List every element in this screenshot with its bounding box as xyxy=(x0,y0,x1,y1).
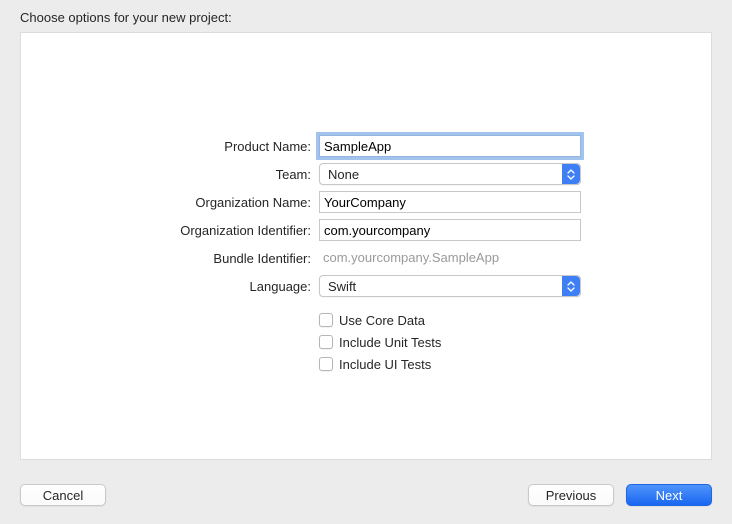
org-id-input[interactable] xyxy=(319,219,581,241)
options-form: Product Name: Team: None Organization Na… xyxy=(21,133,711,375)
include-unit-tests-checkbox[interactable] xyxy=(319,335,333,349)
team-popup[interactable]: None xyxy=(319,163,581,185)
cancel-button[interactable]: Cancel xyxy=(20,484,106,506)
previous-button[interactable]: Previous xyxy=(528,484,614,506)
language-popup-value: Swift xyxy=(328,279,356,294)
include-unit-tests-label: Include Unit Tests xyxy=(339,335,441,350)
language-label: Language: xyxy=(21,279,319,294)
bundle-id-label: Bundle Identifier: xyxy=(21,251,319,266)
product-name-label: Product Name: xyxy=(21,139,319,154)
team-label: Team: xyxy=(21,167,319,182)
footer-bar: Cancel Previous Next xyxy=(20,482,712,508)
options-panel: Product Name: Team: None Organization Na… xyxy=(20,32,712,460)
page-title: Choose options for your new project: xyxy=(20,10,232,25)
org-name-label: Organization Name: xyxy=(21,195,319,210)
language-popup[interactable]: Swift xyxy=(319,275,581,297)
use-core-data-label: Use Core Data xyxy=(339,313,425,328)
team-popup-value: None xyxy=(328,167,359,182)
use-core-data-checkbox[interactable] xyxy=(319,313,333,327)
next-button[interactable]: Next xyxy=(626,484,712,506)
updown-arrows-icon xyxy=(562,164,580,184)
include-ui-tests-checkbox[interactable] xyxy=(319,357,333,371)
updown-arrows-icon xyxy=(562,276,580,296)
org-name-input[interactable] xyxy=(319,191,581,213)
include-ui-tests-label: Include UI Tests xyxy=(339,357,431,372)
org-id-label: Organization Identifier: xyxy=(21,223,319,238)
product-name-input[interactable] xyxy=(319,135,581,157)
bundle-id-value: com.yourcompany.SampleApp xyxy=(319,250,499,265)
